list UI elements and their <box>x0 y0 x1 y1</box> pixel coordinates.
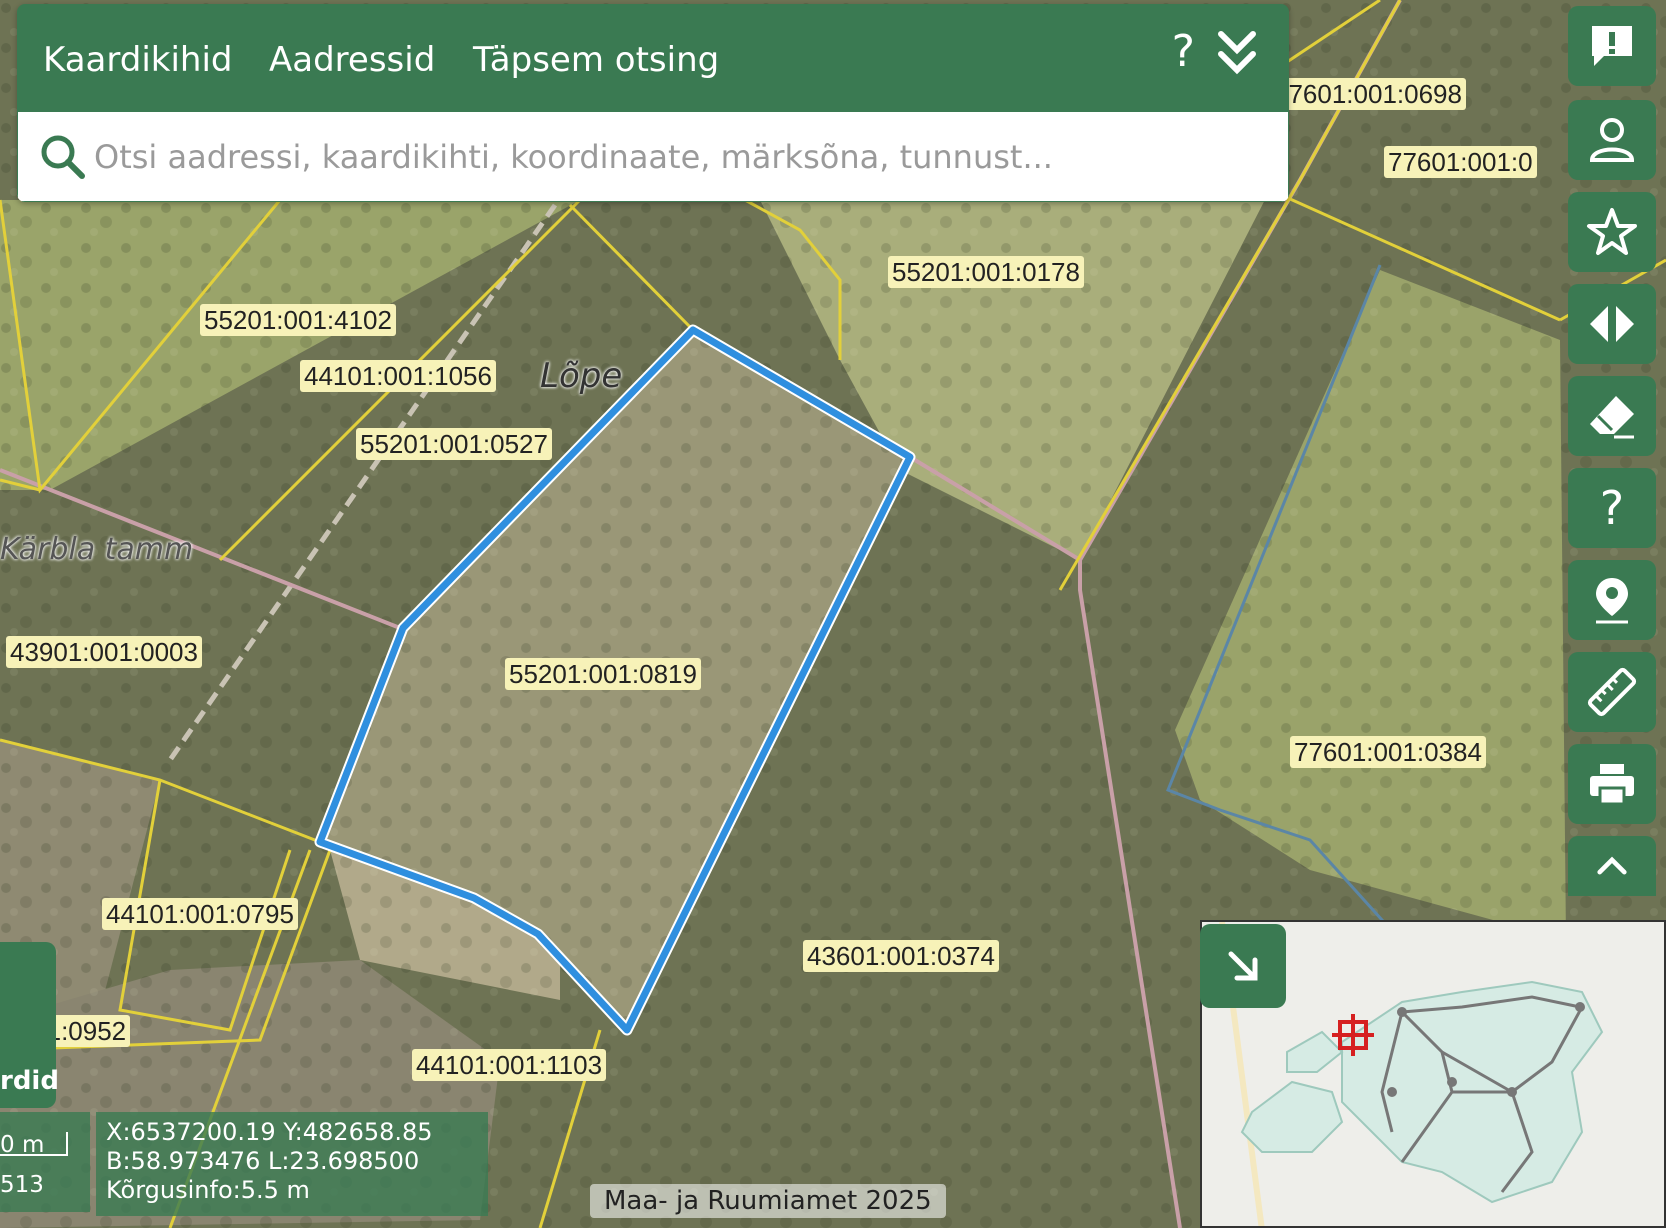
ruler-icon <box>1587 667 1637 717</box>
print-icon <box>1590 764 1634 806</box>
panel-header: Kaardikihid Aadressid Täpsem otsing ? <box>17 4 1289 111</box>
parcel-label[interactable]: 77601:001:0 <box>1384 146 1537 178</box>
print-button[interactable] <box>1568 744 1656 824</box>
arrow-down-right-icon <box>1228 951 1258 981</box>
coord-xy: X:6537200.19 Y:482658.85 <box>106 1118 433 1146</box>
compare-icon <box>1590 306 1634 342</box>
parcel-label[interactable]: 44101:001:1056 <box>300 360 496 392</box>
tab-addresses[interactable]: Aadressid <box>269 40 435 80</box>
search-icon <box>41 135 85 179</box>
parcel-label[interactable]: 55201:001:0819 <box>505 658 701 690</box>
panel-header-icons: ? <box>1172 26 1259 77</box>
coordinates-box: X:6537200.19 Y:482658.85 B:58.973476 L:2… <box>96 1112 488 1216</box>
place-name-lope: Lõpe <box>540 356 623 396</box>
coord-height: Kõrgusinfo:5.5 m <box>106 1176 310 1204</box>
favorites-button[interactable] <box>1568 192 1656 272</box>
eraser-icon <box>1590 396 1634 439</box>
place-name-karbla-tamm: Kärbla tamm <box>0 532 194 567</box>
base-maps-label: rdid <box>0 1066 59 1096</box>
tab-advanced-search[interactable]: Täpsem otsing <box>473 40 719 80</box>
tab-map-layers[interactable]: Kaardikihid <box>43 40 233 80</box>
user-icon <box>1589 118 1635 162</box>
overview-toggle-button[interactable] <box>1200 924 1286 1008</box>
search-input[interactable] <box>92 130 1246 184</box>
location-pin-icon <box>1596 578 1628 624</box>
parcel-label[interactable]: 44101:001:0795 <box>102 898 298 930</box>
compare-button[interactable] <box>1568 284 1656 364</box>
user-button[interactable] <box>1568 100 1656 180</box>
scale-box: 0 m 513 <box>0 1112 90 1212</box>
parcel-label[interactable]: 77601:001:0698 <box>1270 78 1466 110</box>
parcel-label[interactable]: 55201:001:4102 <box>200 304 396 336</box>
coord-bl: B:58.973476 L:23.698500 <box>106 1147 420 1175</box>
scale-ratio: 513 <box>0 1172 44 1198</box>
favorites-star-icon <box>1587 208 1637 255</box>
base-maps-button[interactable]: rdid <box>0 942 59 1108</box>
help-icon: ? <box>1599 481 1625 535</box>
parcel-label[interactable]: 77601:001:0384 <box>1290 736 1486 768</box>
panel-help-button[interactable]: ? <box>1172 26 1195 77</box>
parcel-label[interactable]: 44101:001:1103 <box>412 1049 607 1081</box>
measure-button[interactable] <box>1568 652 1656 732</box>
current-location-marker <box>1332 1014 1374 1056</box>
collapse-up-icon <box>1597 856 1627 875</box>
parcel-label[interactable]: 55201:001:0178 <box>888 256 1084 288</box>
feedback-button[interactable] <box>1568 6 1656 86</box>
search-panel: Kaardikihid Aadressid Täpsem otsing ? <box>17 4 1289 202</box>
parcel-label[interactable]: 43901:001:0003 <box>6 636 202 668</box>
map-attribution: Maa- ja Ruumiamet 2025 <box>590 1184 946 1218</box>
collapse-toolbar-button[interactable] <box>1568 836 1656 896</box>
help-button[interactable]: ? <box>1568 468 1656 548</box>
parcel-label[interactable]: 43601:001:0374 <box>803 940 999 972</box>
chevron-double-down-icon[interactable] <box>1215 28 1259 76</box>
scale-distance: 0 m <box>0 1132 45 1158</box>
location-button[interactable] <box>1568 560 1656 640</box>
search-bar <box>17 111 1289 202</box>
parcel-label[interactable]: 55201:001:0527 <box>356 428 552 460</box>
eraser-button[interactable] <box>1568 376 1656 456</box>
feedback-icon <box>1592 26 1632 66</box>
